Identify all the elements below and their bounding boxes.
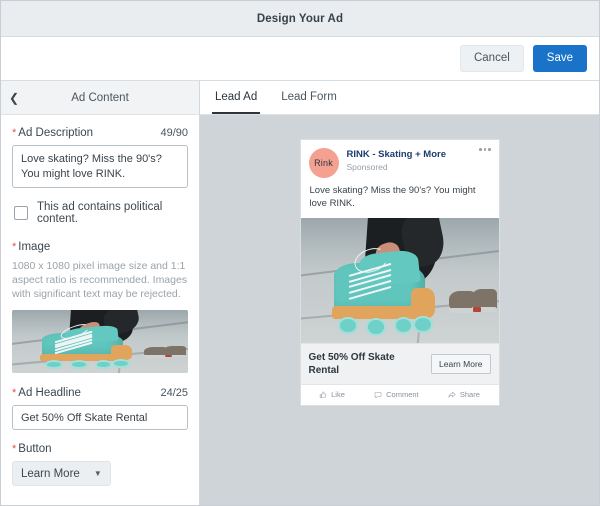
- required-marker: *: [12, 241, 16, 253]
- more-options-icon[interactable]: [479, 148, 491, 151]
- cancel-button[interactable]: Cancel: [460, 45, 524, 72]
- ad-card-headline: Get 50% Off Skate Rental: [309, 351, 426, 377]
- cta-button-field: *Button Learn More ▼: [12, 443, 188, 486]
- design-your-ad-window: Design Your Ad Cancel Save ❮ Ad Content …: [0, 0, 600, 506]
- action-bar: Cancel Save: [1, 37, 599, 81]
- sidebar-header-title: Ad Content: [1, 92, 199, 104]
- image-helper-text: 1080 x 1080 pixel image size and 1:1 asp…: [12, 259, 188, 301]
- ad-headline-label: *Ad Headline: [12, 387, 81, 399]
- like-action[interactable]: Like: [319, 390, 345, 399]
- comment-label: Comment: [386, 390, 419, 399]
- thumbs-up-icon: [319, 391, 327, 399]
- ad-description-input[interactable]: Love skating? Miss the 90's? You might l…: [12, 145, 188, 188]
- cta-button-label-row: *Button: [12, 443, 188, 455]
- share-label: Share: [460, 390, 480, 399]
- window-title: Design Your Ad: [257, 13, 343, 25]
- share-arrow-icon: [448, 391, 456, 399]
- image-label: *Image: [12, 241, 50, 253]
- save-button[interactable]: Save: [533, 45, 587, 72]
- sponsored-label: Sponsored: [347, 161, 447, 173]
- tab-bar: Lead Ad Lead Form: [200, 81, 599, 115]
- like-label: Like: [331, 390, 345, 399]
- window-body: ❮ Ad Content *Ad Description 49/90 Love …: [1, 81, 599, 505]
- ad-card-actions: Like Comment Share: [301, 385, 499, 405]
- ad-card-brand-block: RINK - Skating + More Sponsored: [347, 148, 447, 173]
- avatar: Rink: [309, 148, 339, 178]
- cta-button-select[interactable]: Learn More ▼: [12, 461, 111, 486]
- required-marker: *: [12, 387, 16, 399]
- political-content-label: This ad contains political content.: [37, 201, 188, 225]
- ad-card-cta-button[interactable]: Learn More: [431, 354, 490, 374]
- brand-name[interactable]: RINK - Skating + More: [347, 149, 447, 161]
- ad-preview-card: Rink RINK - Skating + More Sponsored Lov…: [300, 139, 500, 406]
- ad-card-header: Rink RINK - Skating + More Sponsored: [301, 140, 499, 182]
- political-content-checkbox[interactable]: [14, 206, 28, 220]
- ad-headline-input[interactable]: Get 50% Off Skate Rental: [12, 405, 188, 430]
- ad-preview-pane: Rink RINK - Skating + More Sponsored Lov…: [200, 115, 599, 505]
- main-panel: Lead Ad Lead Form Rink RINK - Skating + …: [200, 81, 599, 505]
- required-marker: *: [12, 443, 16, 455]
- ad-description-counter: 49/90: [160, 127, 188, 139]
- ad-description-label-row: *Ad Description 49/90: [12, 127, 188, 139]
- ad-headline-counter: 24/25: [160, 387, 188, 399]
- sidebar-header: ❮ Ad Content: [1, 81, 199, 115]
- speech-bubble-icon: [374, 391, 382, 399]
- required-marker: *: [12, 127, 16, 139]
- sidebar-form: *Ad Description 49/90 Love skating? Miss…: [1, 115, 199, 505]
- ad-content-sidebar: ❮ Ad Content *Ad Description 49/90 Love …: [1, 81, 200, 505]
- image-field: *Image 1080 x 1080 pixel image size and …: [12, 241, 188, 373]
- comment-action[interactable]: Comment: [374, 390, 419, 399]
- political-content-row[interactable]: This ad contains political content.: [14, 201, 188, 225]
- tab-lead-ad[interactable]: Lead Ad: [212, 81, 260, 114]
- cta-button-selected-value: Learn More: [21, 468, 80, 480]
- ad-card-image: [301, 218, 499, 343]
- ad-description-label: *Ad Description: [12, 127, 93, 139]
- image-thumbnail[interactable]: [12, 310, 188, 373]
- ad-card-cta-bar: Get 50% Off Skate Rental Learn More: [301, 343, 499, 385]
- cta-button-label: *Button: [12, 443, 52, 455]
- tab-lead-form[interactable]: Lead Form: [278, 81, 340, 114]
- window-titlebar: Design Your Ad: [1, 1, 599, 37]
- ad-headline-label-row: *Ad Headline 24/25: [12, 387, 188, 399]
- ad-description-field: *Ad Description 49/90 Love skating? Miss…: [12, 127, 188, 188]
- chevron-left-icon[interactable]: ❮: [1, 92, 27, 104]
- ad-headline-field: *Ad Headline 24/25 Get 50% Off Skate Ren…: [12, 387, 188, 430]
- share-action[interactable]: Share: [448, 390, 480, 399]
- ad-card-body-text: Love skating? Miss the 90's? You might l…: [301, 182, 499, 218]
- image-label-row: *Image: [12, 241, 188, 253]
- chevron-down-icon: ▼: [94, 469, 102, 478]
